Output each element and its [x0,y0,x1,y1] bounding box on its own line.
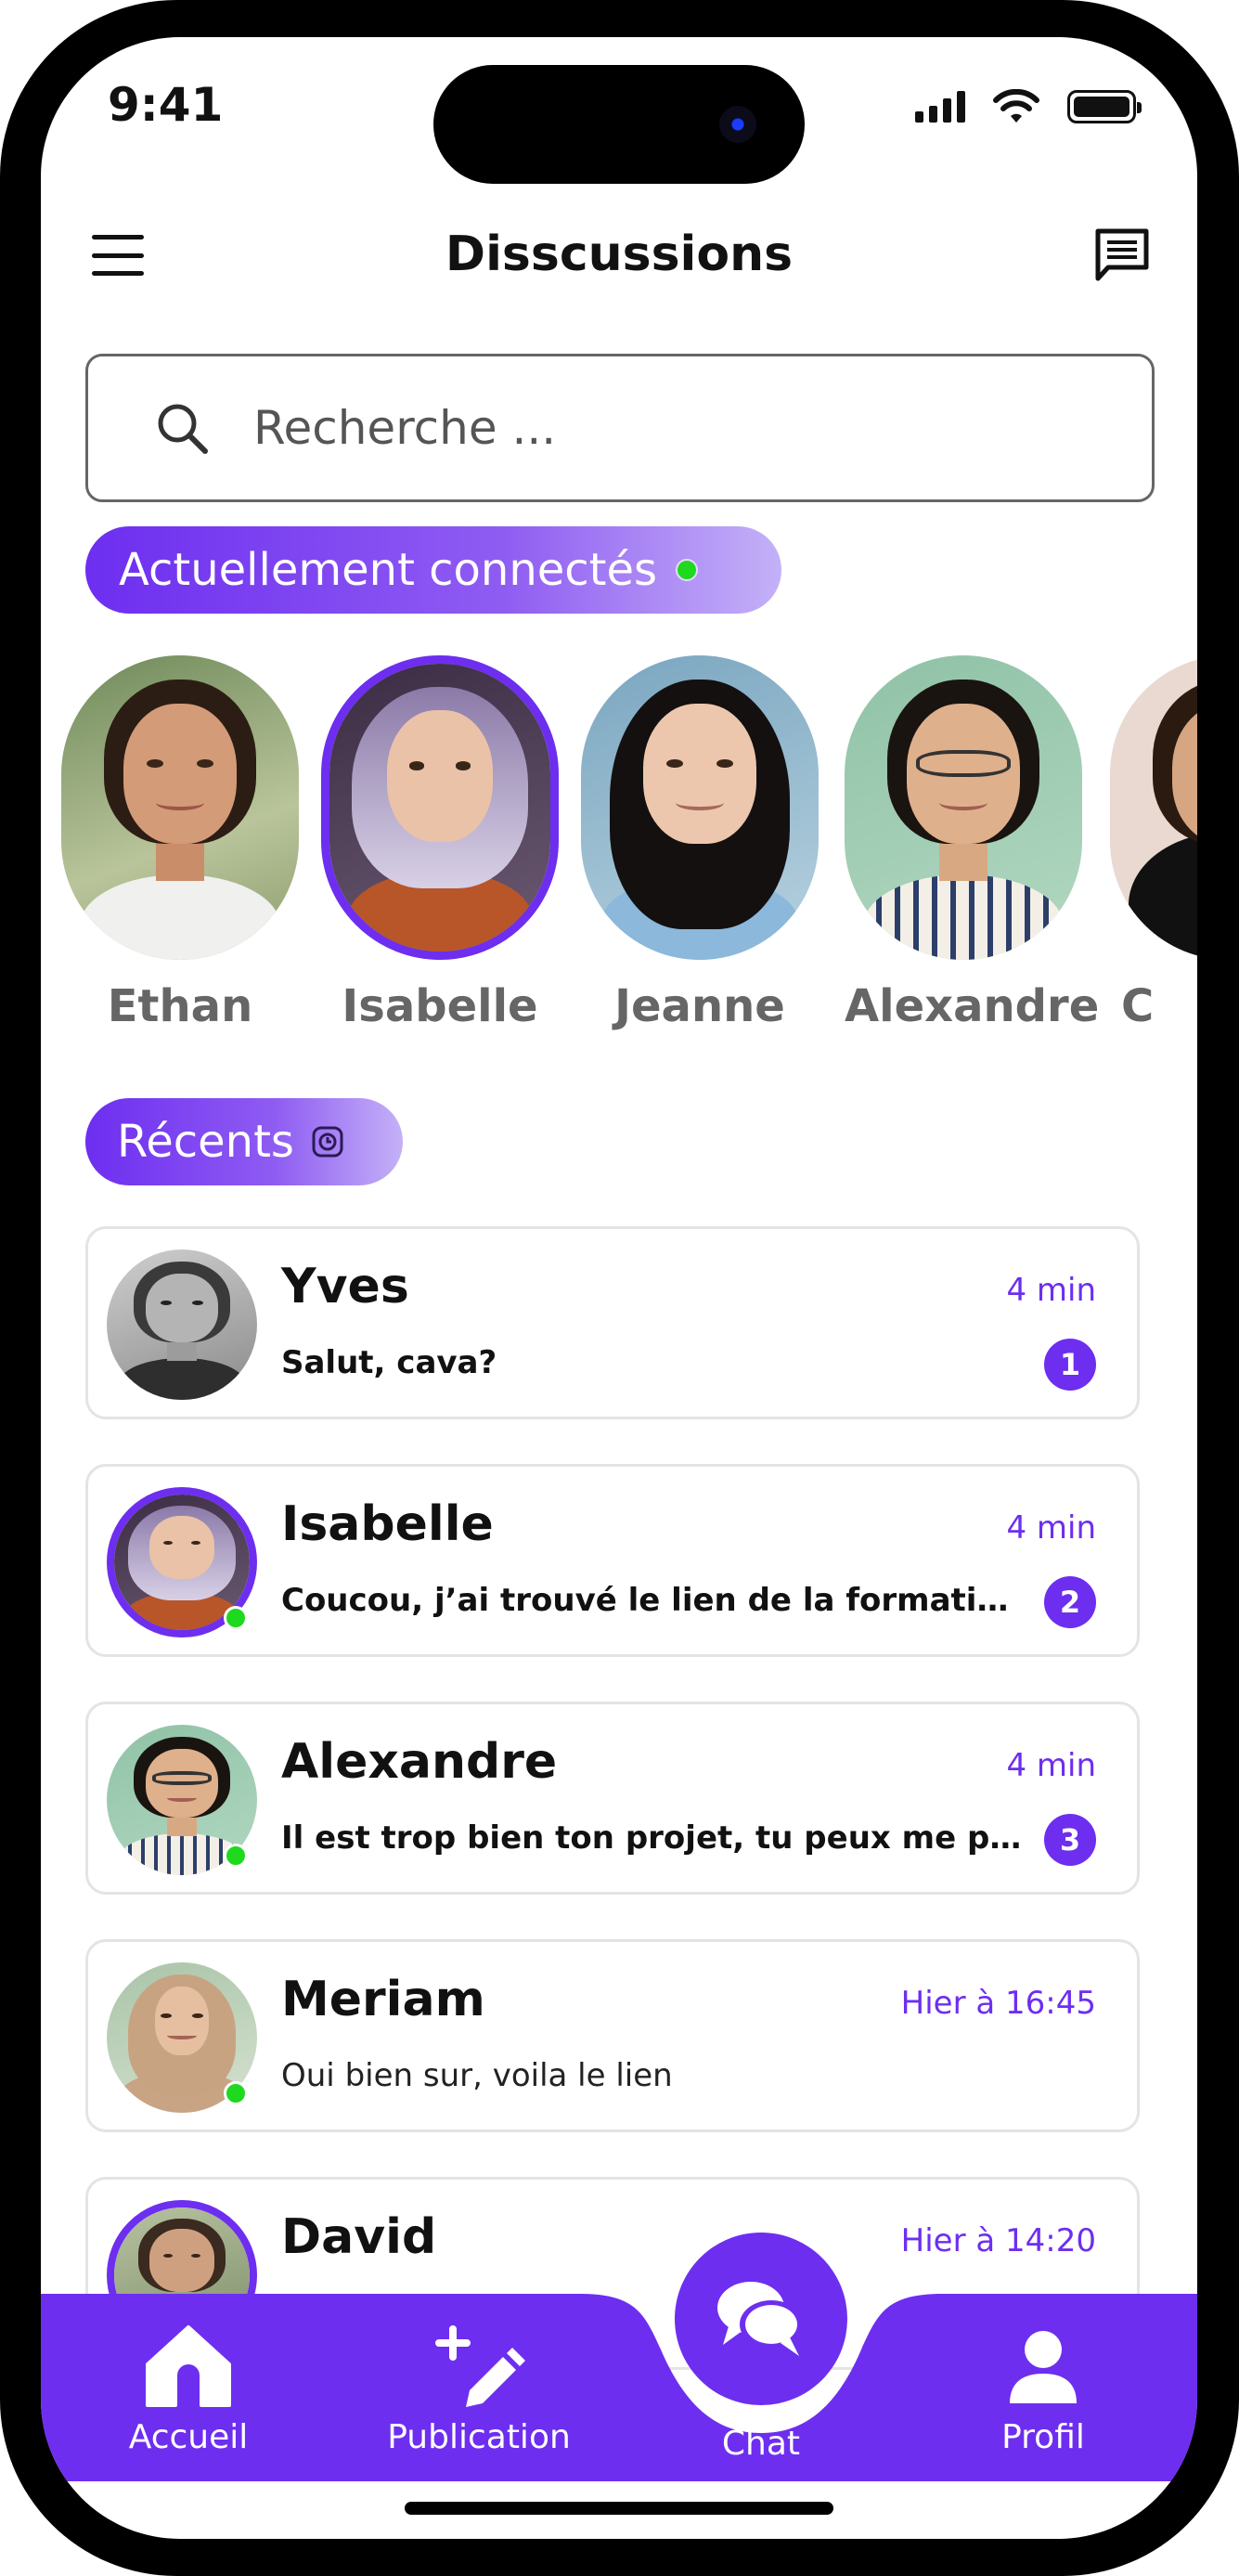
phone-side-button [0,668,9,854]
wifi-icon [993,89,1039,123]
story-alexandre[interactable]: Alexandre [845,655,1100,1032]
phone-side-button [1230,798,1239,1114]
online-section-label: Actuellement connectés [85,526,781,614]
signal-icon [915,91,965,123]
story-name: Jeanne [614,980,785,1032]
unread-badge: 2 [1044,1576,1096,1628]
conversation-card-yves[interactable]: Yves 4 min Salut, cava? 1 [85,1226,1140,1419]
conversation-name: Yves [281,1259,409,1314]
conversation-card-meriam[interactable]: Meriam Hier à 16:45 Oui bien sur, voila … [85,1939,1140,2132]
conversation-preview: Salut, cava? [281,1344,497,1381]
search-icon [158,404,208,454]
story-name: Alexandre [845,980,1100,1032]
recent-section-text: Récents [117,1116,294,1168]
conversation-time: Hier à 16:45 [900,1985,1096,2022]
camera-icon [719,106,756,143]
avatar [321,655,559,960]
avatar [1110,655,1197,960]
nav-publication-label: Publication [387,2418,571,2456]
phone-side-button [0,483,9,576]
avatar [61,655,299,960]
conversation-preview: Oui bien sur, voila le lien [281,2057,673,2094]
online-status-icon [224,1844,248,1868]
page-title: Disscussions [445,227,794,282]
search-input[interactable] [253,401,1089,455]
status-time: 9:41 [108,78,224,132]
conversation-name: David [281,2209,437,2265]
chat-bubbles-icon [717,2282,803,2356]
conversation-card-isabelle[interactable]: Isabelle 4 min Coucou, j’ai trouvé le li… [85,1464,1140,1657]
conversation-preview: Il est trop bien ton projet, tu peux me … [281,1819,1024,1857]
profile-icon [1010,2331,1077,2403]
phone-side-button [0,919,9,1105]
home-indicator[interactable] [405,2502,833,2515]
new-message-icon[interactable] [1093,227,1151,284]
nav-chat-label: Chat [721,2425,801,2463]
online-users-carousel[interactable]: Ethan Isabelle Jeanne Alexandre C [41,655,1197,1032]
conversation-preview: Coucou, j’ai trouvé le lien de la format… [281,1582,1024,1619]
conversation-name: Isabelle [281,1496,494,1552]
online-status-icon [676,559,699,581]
conversation-time: 4 min [1006,1747,1096,1784]
online-status-icon [224,2081,248,2105]
conversation-time: 4 min [1006,1272,1096,1309]
conversation-card-alexandre[interactable]: Alexandre 4 min Il est trop bien ton pro… [85,1702,1140,1895]
chat-button[interactable] [675,2233,847,2405]
clock-icon [312,1126,343,1158]
search-bar[interactable] [85,354,1155,502]
nav-profile[interactable]: Profil [987,2322,1099,2456]
recent-section-label: Récents [85,1098,403,1185]
story-isabelle[interactable]: Isabelle [321,655,559,1032]
home-icon [146,2325,231,2407]
bottom-navigation: Accueil Publication Profil [41,2294,1197,2481]
status-icons [915,89,1142,124]
conversation-time: 4 min [1006,1509,1096,1547]
app-screen: 9:41 Disscussions Actuellement connectés [41,37,1197,2539]
story-name: Isabelle [342,980,538,1032]
avatar [845,655,1082,960]
story-jeanne[interactable]: Jeanne [581,655,819,1032]
story-partial[interactable]: C [1110,655,1197,1032]
conversation-name: Alexandre [281,1734,558,1790]
conversation-time: Hier à 14:20 [900,2222,1096,2259]
avatar [107,1249,257,1400]
online-status-icon [224,1606,248,1630]
unread-badge: 1 [1044,1339,1096,1391]
story-name: Ethan [107,980,253,1032]
avatar [581,655,819,960]
online-section-text: Actuellement connectés [119,544,658,596]
story-ethan[interactable]: Ethan [61,655,299,1032]
nav-profile-label: Profil [1001,2418,1085,2456]
dynamic-island [433,65,805,184]
conversation-name: Meriam [281,1972,485,2027]
nav-home-label: Accueil [128,2418,249,2456]
battery-icon [1067,90,1142,123]
nav-home[interactable]: Accueil [110,2322,267,2456]
add-post-icon [435,2325,525,2407]
nav-publication[interactable]: Publication [368,2322,590,2456]
story-name: C [1121,980,1155,1032]
unread-badge: 3 [1044,1814,1096,1866]
